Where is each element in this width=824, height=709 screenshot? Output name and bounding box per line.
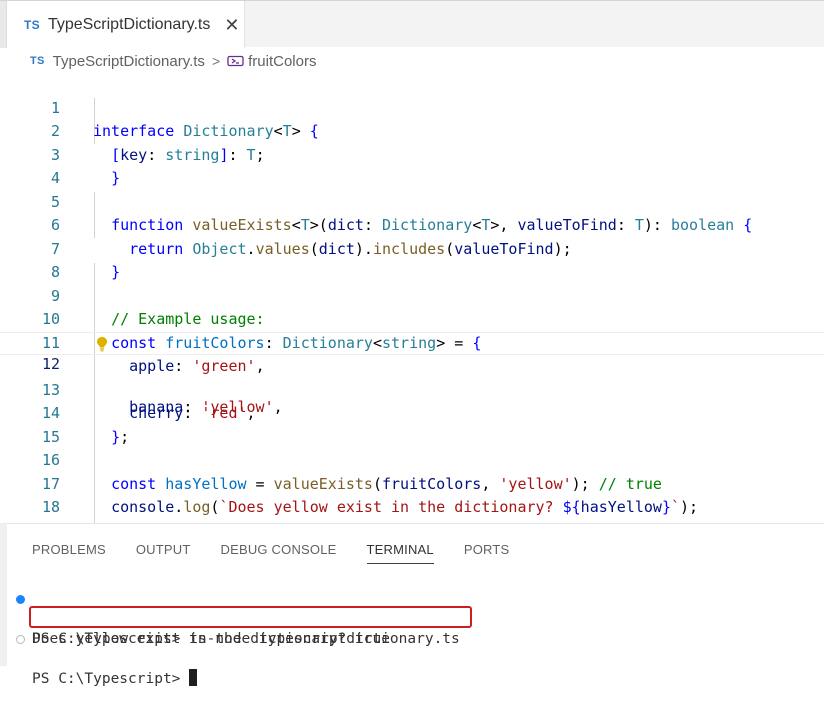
terminal-prompt: PS C:\Typescript>: [32, 671, 190, 687]
panel-tab-bar: PROBLEMS OUTPUT DEBUG CONSOLE TERMINAL P…: [32, 542, 539, 564]
tab-ports[interactable]: PORTS: [464, 542, 510, 564]
tab-problems[interactable]: PROBLEMS: [32, 542, 106, 564]
code-line-10[interactable]: 10 const fruitColors: Dictionary<string>…: [0, 285, 824, 352]
activity-edge: [0, 1, 7, 48]
breadcrumb-symbol[interactable]: fruitColors: [248, 53, 316, 70]
code-line-1[interactable]: 1 interface Dictionary<T> {: [0, 73, 824, 141]
code-text: console.log(`Does yellow exist in the di…: [111, 498, 699, 516]
code-line-13[interactable]: 13 cherry: 'red',: [0, 355, 824, 423]
output-highlight-box: [29, 606, 472, 628]
command-pending-dot-icon[interactable]: [16, 635, 25, 644]
code-editor[interactable]: 1 interface Dictionary<T> { 2 [key: stri…: [0, 73, 824, 569]
command-success-dot-icon[interactable]: [16, 595, 25, 604]
tab-debug-console[interactable]: DEBUG CONSOLE: [221, 542, 337, 564]
tab-terminal[interactable]: TERMINAL: [366, 542, 434, 564]
code-line-2[interactable]: 2 [key: string]: T;: [0, 97, 824, 164]
bottom-panel: PROBLEMS OUTPUT DEBUG CONSOLE TERMINAL P…: [7, 523, 824, 687]
code-line-14[interactable]: 14 };: [0, 379, 824, 446]
terminal-cursor: [189, 669, 198, 686]
chevron-right-icon: >: [211, 53, 221, 69]
code-line-3[interactable]: 3 }: [0, 120, 824, 188]
terminal-text: PS C:\Typescript>: [32, 669, 198, 689]
code-line-9[interactable]: 9 // Example usage:: [0, 261, 824, 329]
code-line-4[interactable]: 4: [0, 144, 824, 187]
editor-tab-bar: TS TypeScriptDictionary.ts ✕: [0, 0, 824, 48]
code-line-12[interactable]: 12 banana: 'yellow',: [0, 331, 824, 416]
breadcrumb: TS TypeScriptDictionary.ts > fruitColors: [30, 51, 316, 71]
code-line-6[interactable]: 6 return Object.values(dict).includes(va…: [0, 191, 824, 258]
code-line-18[interactable]: 18: [0, 473, 824, 516]
editor-tab-typescriptdictionary[interactable]: TS TypeScriptDictionary.ts ✕: [7, 1, 245, 48]
lightbulb-icon[interactable]: [95, 336, 109, 352]
line-number: 18: [41, 498, 60, 516]
typescript-file-icon: TS: [24, 17, 40, 32]
code-line-15[interactable]: 15: [0, 402, 824, 446]
tab-output[interactable]: OUTPUT: [136, 542, 191, 564]
close-icon[interactable]: ✕: [224, 16, 239, 34]
breadcrumb-file[interactable]: TypeScriptDictionary.ts: [53, 53, 205, 70]
code-line-5[interactable]: 5 function valueExists<T>(dict: Dictiona…: [0, 167, 824, 235]
code-line-17[interactable]: 17 console.log(`Does yellow exist in the…: [0, 449, 824, 517]
tab-label: TypeScriptDictionary.ts: [47, 15, 211, 33]
code-line-16[interactable]: 16 const hasYellow = valueExists(fruitCo…: [0, 426, 824, 493]
code-line-7[interactable]: 7 }: [0, 214, 824, 282]
typescript-file-icon: TS: [30, 55, 45, 67]
code-line-11[interactable]: 11 apple: 'green',: [0, 308, 824, 376]
code-line-8[interactable]: 8: [0, 238, 824, 281]
terminal-line: PS C:\Typescript>: [7, 629, 824, 687]
panel-edge: [0, 523, 7, 666]
symbol-variable-icon: [227, 55, 244, 67]
